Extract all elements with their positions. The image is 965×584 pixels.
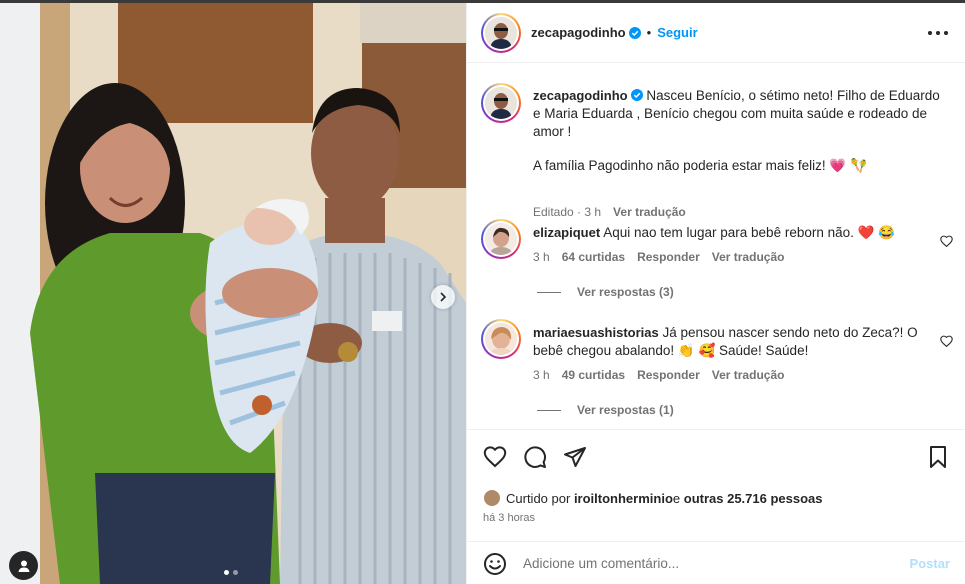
likes-summary: Curtido por iroiltonherminio e outras 25…	[483, 489, 823, 507]
likes-middle: e	[672, 490, 681, 506]
emoji-icon[interactable]	[483, 552, 507, 576]
post-header: zecapagodinho • Seguir	[467, 3, 965, 63]
comment-likes[interactable]: 64 curtidas	[562, 250, 625, 264]
post-photo[interactable]	[0, 3, 466, 584]
carousel-indicator	[224, 570, 238, 575]
comment-body: Aqui nao tem lugar para bebê reborn não.…	[603, 225, 895, 240]
caption-author-avatar[interactable]	[481, 83, 521, 123]
carousel-next-button[interactable]	[431, 285, 455, 309]
avatar-image	[485, 223, 517, 255]
post-timestamp[interactable]: há 3 horas	[483, 512, 535, 524]
comment-input[interactable]: Adicione um comentário...	[523, 556, 679, 571]
carousel-dot	[233, 570, 238, 575]
comment-avatar[interactable]	[481, 319, 521, 359]
instagram-post-view: zecapagodinho • Seguir zecapagodinho Nas…	[0, 0, 965, 584]
caption-line-1: Nasceu Benício, o sétimo neto! Filho de …	[646, 88, 940, 103]
comment-avatar[interactable]	[481, 219, 521, 259]
comment-body-line-1: Já pensou nascer sendo neto do Zeca?! O	[662, 325, 918, 340]
view-replies-button[interactable]: Ver respostas (3)	[537, 285, 674, 299]
replies-line	[537, 409, 561, 411]
avatar-image	[485, 17, 517, 49]
comment-reply-button[interactable]: Responder	[637, 368, 700, 382]
comment-bubble-icon[interactable]	[523, 445, 547, 469]
author-avatar[interactable]	[481, 13, 521, 53]
post-comment-button[interactable]: Postar	[910, 556, 950, 571]
like-comment-heart-icon[interactable]	[940, 335, 953, 347]
comment-reply-button[interactable]: Responder	[637, 250, 700, 264]
caption-text: zecapagodinho Nasceu Benício, o sétimo n…	[533, 87, 943, 175]
comment-username[interactable]: elizapiquet	[533, 225, 600, 240]
comment-likes[interactable]: 49 curtidas	[562, 368, 625, 382]
caption-meta: Editado · 3 h Ver tradução	[533, 205, 686, 219]
more-dot-icon	[936, 31, 940, 35]
caption-line-4: A família Pagodinho não poderia estar ma…	[533, 158, 867, 173]
share-paper-plane-icon[interactable]	[563, 445, 587, 469]
like-heart-icon[interactable]	[483, 445, 507, 469]
chevron-right-icon	[440, 292, 447, 302]
save-bookmark-icon[interactable]	[926, 445, 950, 469]
verified-badge-icon	[630, 89, 643, 101]
comments-list: zecapagodinho Nasceu Benício, o sétimo n…	[467, 63, 965, 429]
add-comment-bar: Adicione um comentário... Postar	[467, 541, 965, 584]
view-replies-label: Ver respostas (1)	[577, 403, 674, 417]
comment-meta: 3 h 64 curtidas Responder Ver tradução	[533, 250, 784, 264]
follow-button[interactable]: Seguir	[657, 25, 697, 40]
carousel-dot-active	[224, 570, 229, 575]
avatar-image	[485, 323, 517, 355]
header-separator: •	[646, 25, 652, 40]
more-dot-icon	[928, 31, 932, 35]
post-actions-section: Curtido por iroiltonherminio e outras 25…	[467, 429, 965, 547]
comment-text: elizapiquet Aqui nao tem lugar para bebê…	[533, 224, 943, 242]
comment-body-line-2: bebê chegou abalando! 👏 🥰 Saúde! Saúde!	[533, 343, 809, 358]
post-side-panel: zecapagodinho • Seguir zecapagodinho Nas…	[466, 3, 965, 584]
avatar-image	[485, 87, 517, 119]
caption-edited-time: Editado · 3 h	[533, 205, 602, 219]
likes-others-link[interactable]: outras 25.716 pessoas	[684, 491, 823, 506]
comment-time: 3 h	[533, 250, 550, 264]
replies-line	[537, 291, 561, 293]
caption-line-2: e Maria Eduarda , Benício chegou com mui…	[533, 106, 927, 121]
caption-username[interactable]: zecapagodinho	[533, 88, 628, 103]
comment-translate-link[interactable]: Ver tradução	[712, 368, 785, 382]
liker-username[interactable]: iroiltonherminio	[574, 491, 673, 506]
comment-text: mariaesuashistorias Já pensou nascer sen…	[533, 324, 943, 360]
comment-username[interactable]: mariaesuashistorias	[533, 325, 659, 340]
caption-line-3: amor !	[533, 124, 572, 139]
header-user-line: zecapagodinho • Seguir	[531, 25, 698, 40]
comment-translate-link[interactable]: Ver tradução	[712, 250, 785, 264]
view-replies-button[interactable]: Ver respostas (1)	[537, 403, 674, 417]
tagged-users-button[interactable]	[9, 551, 38, 580]
view-replies-label: Ver respostas (3)	[577, 285, 674, 299]
like-comment-heart-icon[interactable]	[940, 235, 953, 247]
more-dot-icon	[944, 31, 948, 35]
comment-meta: 3 h 49 curtidas Responder Ver tradução	[533, 368, 784, 382]
likes-prefix: Curtido por	[506, 490, 571, 506]
photo-illustration	[0, 3, 466, 584]
verified-badge-icon	[628, 26, 641, 39]
author-username[interactable]: zecapagodinho	[531, 25, 626, 40]
user-icon	[18, 560, 29, 572]
comment-time: 3 h	[533, 368, 550, 382]
caption-translate-link[interactable]: Ver tradução	[613, 205, 686, 219]
liker-avatar[interactable]	[483, 489, 501, 507]
more-options-button[interactable]	[928, 25, 948, 41]
